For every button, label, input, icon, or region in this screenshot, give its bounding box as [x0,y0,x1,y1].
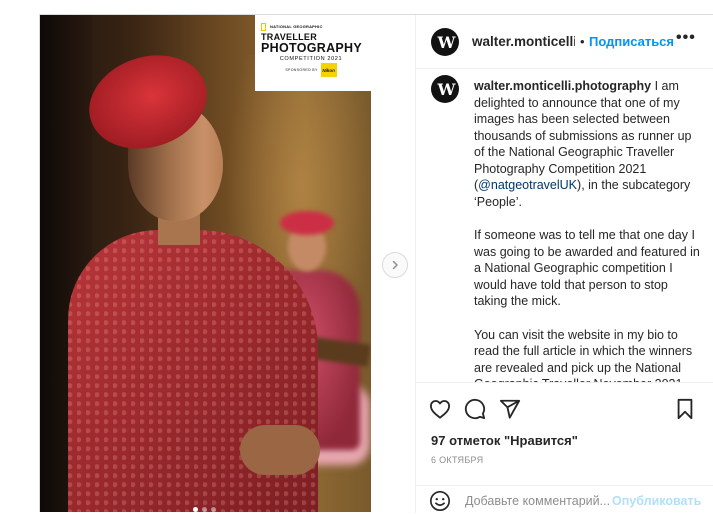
header-separator: • [580,34,585,49]
caption-avatar[interactable]: W [431,75,459,103]
caption-section: W walter.monticelli.photography I am del… [416,69,713,382]
carousel-dot [193,507,198,512]
like-count[interactable]: 97 отметок "Нравится" [431,433,578,448]
post-details-panel: W walter.monticelli.photography • Подпис… [415,15,713,513]
comment-input[interactable] [465,494,610,508]
badge-subtitle: COMPETITION 2021 [279,56,343,62]
natgeo-logo-icon [261,23,266,31]
badge-publisher: NATIONAL GEOGRAPHIC [261,23,371,31]
like-button[interactable] [428,397,452,421]
emoji-icon [430,491,450,511]
next-image-button[interactable] [382,252,408,278]
publish-button[interactable]: Опубликовать [612,494,701,508]
emoji-button[interactable] [428,489,452,513]
post-actions: 97 отметок "Нравится" 6 ОКТЯБРЯ Опублико… [416,382,713,514]
nikon-logo: Nikon [320,63,337,77]
heart-icon [429,400,450,419]
badge-publisher-text: NATIONAL GEOGRAPHIC [270,24,323,29]
save-button[interactable] [673,397,697,421]
photo-hands [240,425,320,475]
comment-button[interactable] [463,397,487,421]
share-button[interactable] [498,397,522,421]
post-card: NATIONAL GEOGRAPHIC TRAVELLER PHOTOGRAPH… [39,14,713,513]
comment-icon [464,398,486,420]
caption-text: walter.monticelli.photography I am delig… [474,78,700,382]
post-header: W walter.monticelli.photography • Подпис… [416,15,713,69]
caption-mention-link[interactable]: @natgeotravelUK [478,178,577,192]
chevron-right-icon [392,260,398,270]
badge-sponsor-row: SPONSORED BY Nikon [261,63,361,77]
caption-text-part: I am delighted to announce that one of m… [474,79,692,192]
post-date: 6 ОКТЯБРЯ [431,455,484,465]
carousel-indicator [193,507,216,512]
badge-title: PHOTOGRAPHY [261,41,362,55]
comment-form: Опубликовать [416,485,713,515]
badge-sponsored-by: SPONSORED BY [285,68,318,72]
caption-paragraph: If someone was to tell me that one day I… [474,228,700,308]
caption-paragraph: You can visit the website in my bio to r… [474,327,693,383]
caption-avatar-letter: W [437,79,456,99]
more-options-icon[interactable]: ••• [676,29,696,47]
caption-paragraph: walter.monticelli.photography I am delig… [474,78,700,210]
paper-plane-icon [499,399,521,419]
carousel-dot [202,507,207,512]
photo-background-hat [280,211,334,235]
avatar-letter: W [437,32,456,52]
header-username[interactable]: walter.monticelli.photography [472,34,575,49]
caption-username[interactable]: walter.monticelli.photography [474,79,651,93]
competition-badge: NATIONAL GEOGRAPHIC TRAVELLER PHOTOGRAPH… [255,15,371,91]
follow-button[interactable]: Подписаться [589,34,674,49]
post-photo[interactable]: NATIONAL GEOGRAPHIC TRAVELLER PHOTOGRAPH… [40,15,371,512]
bookmark-icon [677,398,693,420]
carousel-dot [211,507,216,512]
avatar[interactable]: W [431,28,459,56]
